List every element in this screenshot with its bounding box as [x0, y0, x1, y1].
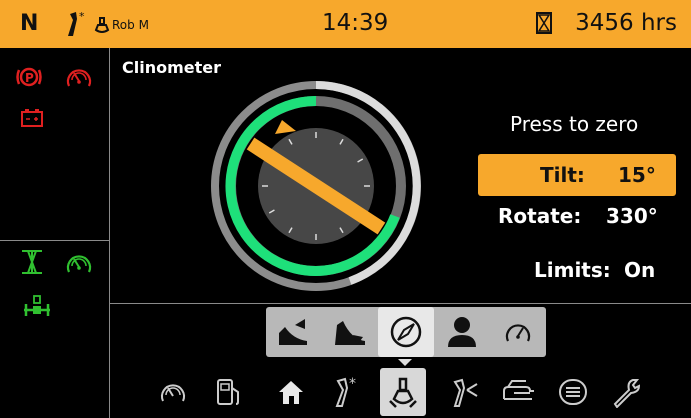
speedometer-warning-icon — [64, 62, 94, 96]
parking-brake-icon: P — [16, 64, 42, 94]
hourglass-icon — [536, 12, 552, 38]
user-name: Rob M — [112, 18, 149, 32]
tilt-readout-selected[interactable]: Tilt: 15° — [478, 154, 676, 196]
joystick-star-icon: * — [62, 10, 88, 42]
compass-icon[interactable] — [378, 307, 434, 357]
nav-hand-icon[interactable] — [496, 368, 542, 416]
battery-icon — [20, 108, 44, 132]
operator-seat-icon — [92, 14, 112, 38]
tilt-label: Tilt: — [540, 163, 585, 187]
nav-fuel-icon[interactable] — [206, 368, 252, 416]
axle-lock-icon — [18, 248, 46, 280]
svg-text:*: * — [349, 376, 356, 392]
speedometer-icon — [64, 248, 94, 282]
nav-home-icon[interactable] — [268, 368, 314, 416]
axle-locked-icon — [22, 294, 52, 326]
svg-text:*: * — [79, 10, 85, 23]
page-title: Clinometer — [122, 58, 222, 77]
clinometer-dial[interactable] — [210, 80, 422, 296]
clock: 14:39 — [322, 10, 389, 36]
limits-value: On — [624, 258, 656, 282]
nav-speedometer-icon[interactable] — [150, 368, 196, 416]
nav-attachment-icon[interactable] — [440, 368, 486, 416]
nav-divider — [110, 303, 691, 304]
svg-text:P: P — [25, 71, 34, 85]
rotate-label[interactable]: Rotate: — [498, 204, 581, 228]
nav-wrench-icon[interactable] — [604, 368, 650, 416]
gear-indicator: N — [20, 11, 39, 36]
indicator-panel: P — [0, 48, 110, 418]
sub-tab-bar — [266, 307, 546, 357]
engine-hours: 3456 hrs — [575, 10, 677, 36]
nav-machine-settings-icon[interactable] — [380, 368, 426, 416]
limits-label[interactable]: Limits: — [534, 258, 611, 282]
operator-icon[interactable] — [434, 307, 490, 357]
tilt-down-icon[interactable] — [322, 307, 378, 357]
status-bar: N * Rob M 14:39 3456 hrs — [0, 0, 691, 48]
active-tab-pointer — [398, 359, 412, 366]
left-divider — [0, 240, 110, 241]
nav-joystick-icon[interactable]: * — [320, 368, 366, 416]
press-to-zero-button[interactable]: Press to zero — [510, 112, 638, 136]
tilt-up-icon[interactable] — [266, 307, 322, 357]
tilt-value: 15° — [618, 163, 656, 187]
rotate-value: 330° — [606, 204, 658, 228]
gauge-icon[interactable] — [490, 307, 546, 357]
nav-menu-icon[interactable] — [550, 368, 596, 416]
